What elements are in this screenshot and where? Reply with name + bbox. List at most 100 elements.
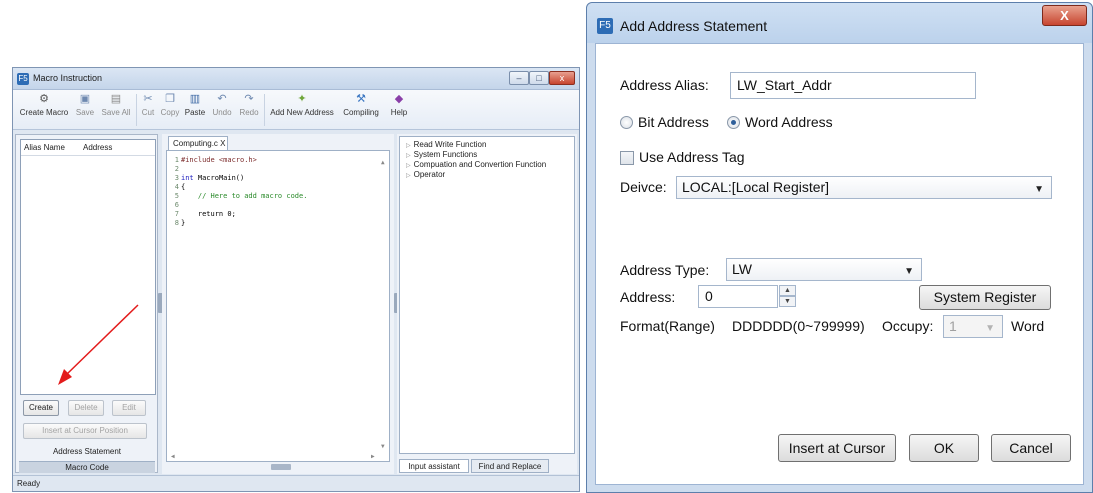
window-title: Macro Instruction [33,73,103,83]
status-bar: Ready [13,475,579,491]
dialog-title: Add Address Statement [620,18,768,34]
scroll-down-icon[interactable]: ▼ [381,443,385,450]
help-icon: ◆ [394,93,404,105]
cut-label: Cut [141,108,155,117]
address-label: Address: [620,289,676,305]
ribbon-separator [264,94,265,126]
tree-item-read-write[interactable]: Read Write Function [406,140,487,149]
scroll-left-icon[interactable]: ◀ [171,453,175,460]
create-macro-icon: ⚙ [39,93,49,105]
minimize-button[interactable]: – [509,71,529,85]
tab-find-and-replace[interactable]: Find and Replace [471,459,549,473]
add-address-label: Add New Address [270,108,334,117]
redo-label: Redo [239,108,259,117]
occupy-value: 1 [949,318,957,334]
tree-item-system-functions[interactable]: System Functions [406,150,478,159]
tree-item-operator[interactable]: Operator [406,170,446,179]
copy-button[interactable]: ❐ Copy [159,93,181,127]
word-address-label[interactable]: Word Address [745,114,833,130]
ok-button[interactable]: OK [909,434,979,462]
code-line: 5 // Here to add macro code. [174,192,308,200]
use-address-tag-label[interactable]: Use Address Tag [639,149,745,165]
format-range-label: Format(Range) [620,318,715,334]
spin-up-button[interactable]: ▲ [779,285,796,296]
editor-area: Computing.c X 1 #include <macro.h> 2 3 int… [162,134,394,474]
delete-button[interactable]: Delete [68,400,104,416]
toolbar-ribbon: ⚙ Create Macro ▣ Save ▤ Save All ✂ Cut ❐… [13,90,579,130]
help-button[interactable]: ◆ Help [387,93,411,127]
chevron-down-icon: ▼ [985,323,995,334]
bit-address-radio[interactable] [620,116,633,129]
tab-computing-c[interactable]: Computing.c X [168,136,228,151]
alias-list-header: Alias Name Address [21,140,155,156]
device-label: Deivce: [620,179,667,195]
insert-at-cursor-position-button[interactable]: Insert at Cursor Position [23,423,147,439]
paste-button[interactable]: ▥ Paste [183,93,207,127]
undo-button[interactable]: ↶ Undo [210,93,234,127]
format-range-value: DDDDDD(0~799999) [732,318,865,334]
device-select[interactable]: LOCAL:[Local Register] ▼ [676,176,1052,199]
create-button[interactable]: Create [23,400,59,416]
tree-item-computation[interactable]: Compuation and Convertion Function [406,160,547,169]
help-label: Help [390,108,408,117]
tab-input-assistant[interactable]: Input assistant [399,459,469,473]
code-line: 1 #include <macro.h> [174,156,257,164]
save-button[interactable]: ▣ Save [73,93,97,127]
tab-macro-code[interactable]: Macro Code [19,461,155,473]
save-icon: ▣ [79,93,91,105]
word-unit-label: Word [1011,318,1045,334]
save-all-icon: ▤ [110,93,122,105]
occupy-select[interactable]: 1 ▼ [943,315,1003,338]
redo-button[interactable]: ↷ Redo [237,93,261,127]
address-type-value: LW [732,261,752,277]
address-input[interactable]: 0 [698,285,778,308]
code-line: 7 return 0; [174,210,236,218]
bottom-splitter-handle[interactable] [271,464,291,470]
add-address-icon: ✦ [297,93,307,105]
edit-button[interactable]: Edit [112,400,146,416]
word-address-radio[interactable] [727,116,740,129]
cut-button[interactable]: ✂ Cut [139,93,157,127]
scroll-up-icon[interactable]: ▲ [381,159,385,166]
code-editor[interactable]: 1 #include <macro.h> 2 3 int MacroMain() 4… [166,150,390,462]
undo-icon: ↶ [217,93,227,105]
address-type-select[interactable]: LW ▼ [726,258,922,281]
address-alias-input[interactable]: LW_Start_Addr [730,72,976,99]
macro-instruction-window: F5 Macro Instruction – □ x ⚙ Create Macr… [12,67,580,492]
system-register-button[interactable]: System Register [919,285,1051,310]
address-column[interactable]: Address [83,140,112,156]
add-address-statement-dialog: F5 Add Address Statement X Address Alias… [586,2,1093,493]
occupy-label: Occupy: [882,318,934,334]
paste-icon: ▥ [189,93,201,105]
address-type-label: Address Type: [620,262,710,278]
use-address-tag-checkbox[interactable] [620,151,634,165]
function-tree: Read Write Function System Functions Com… [399,136,575,454]
redo-icon: ↷ [244,93,254,105]
ribbon-separator [136,94,137,126]
app-icon: F5 [17,73,29,85]
create-macro-button[interactable]: ⚙ Create Macro [17,93,71,127]
code-line: 2 [174,165,179,173]
dialog-title-bar: F5 Add Address Statement X [587,3,1092,43]
dialog-close-button[interactable]: X [1042,5,1087,26]
compiling-label: Compiling [343,108,379,117]
create-macro-label: Create Macro [19,108,69,117]
code-line: 6 [174,201,179,209]
compiling-button[interactable]: ⚒ Compiling [339,93,383,127]
app-icon: F5 [597,18,613,34]
maximize-button[interactable]: □ [529,71,549,85]
tab-address-statement[interactable]: Address Statement [19,447,155,459]
copy-icon: ❐ [165,93,175,105]
add-new-address-button[interactable]: ✦ Add New Address [267,93,337,127]
copy-label: Copy [160,108,180,117]
save-all-button[interactable]: ▤ Save All [98,93,134,127]
spin-down-button[interactable]: ▼ [779,296,796,307]
cancel-button[interactable]: Cancel [991,434,1071,462]
close-button[interactable]: x [549,71,575,85]
dialog-body: Address Alias: LW_Start_Addr Bit Address… [595,43,1084,485]
alias-name-column[interactable]: Alias Name [24,140,65,156]
save-all-label: Save All [101,108,131,117]
insert-at-cursor-button[interactable]: Insert at Cursor [778,434,896,462]
bit-address-label[interactable]: Bit Address [638,114,709,130]
scroll-right-icon[interactable]: ▶ [371,453,375,460]
